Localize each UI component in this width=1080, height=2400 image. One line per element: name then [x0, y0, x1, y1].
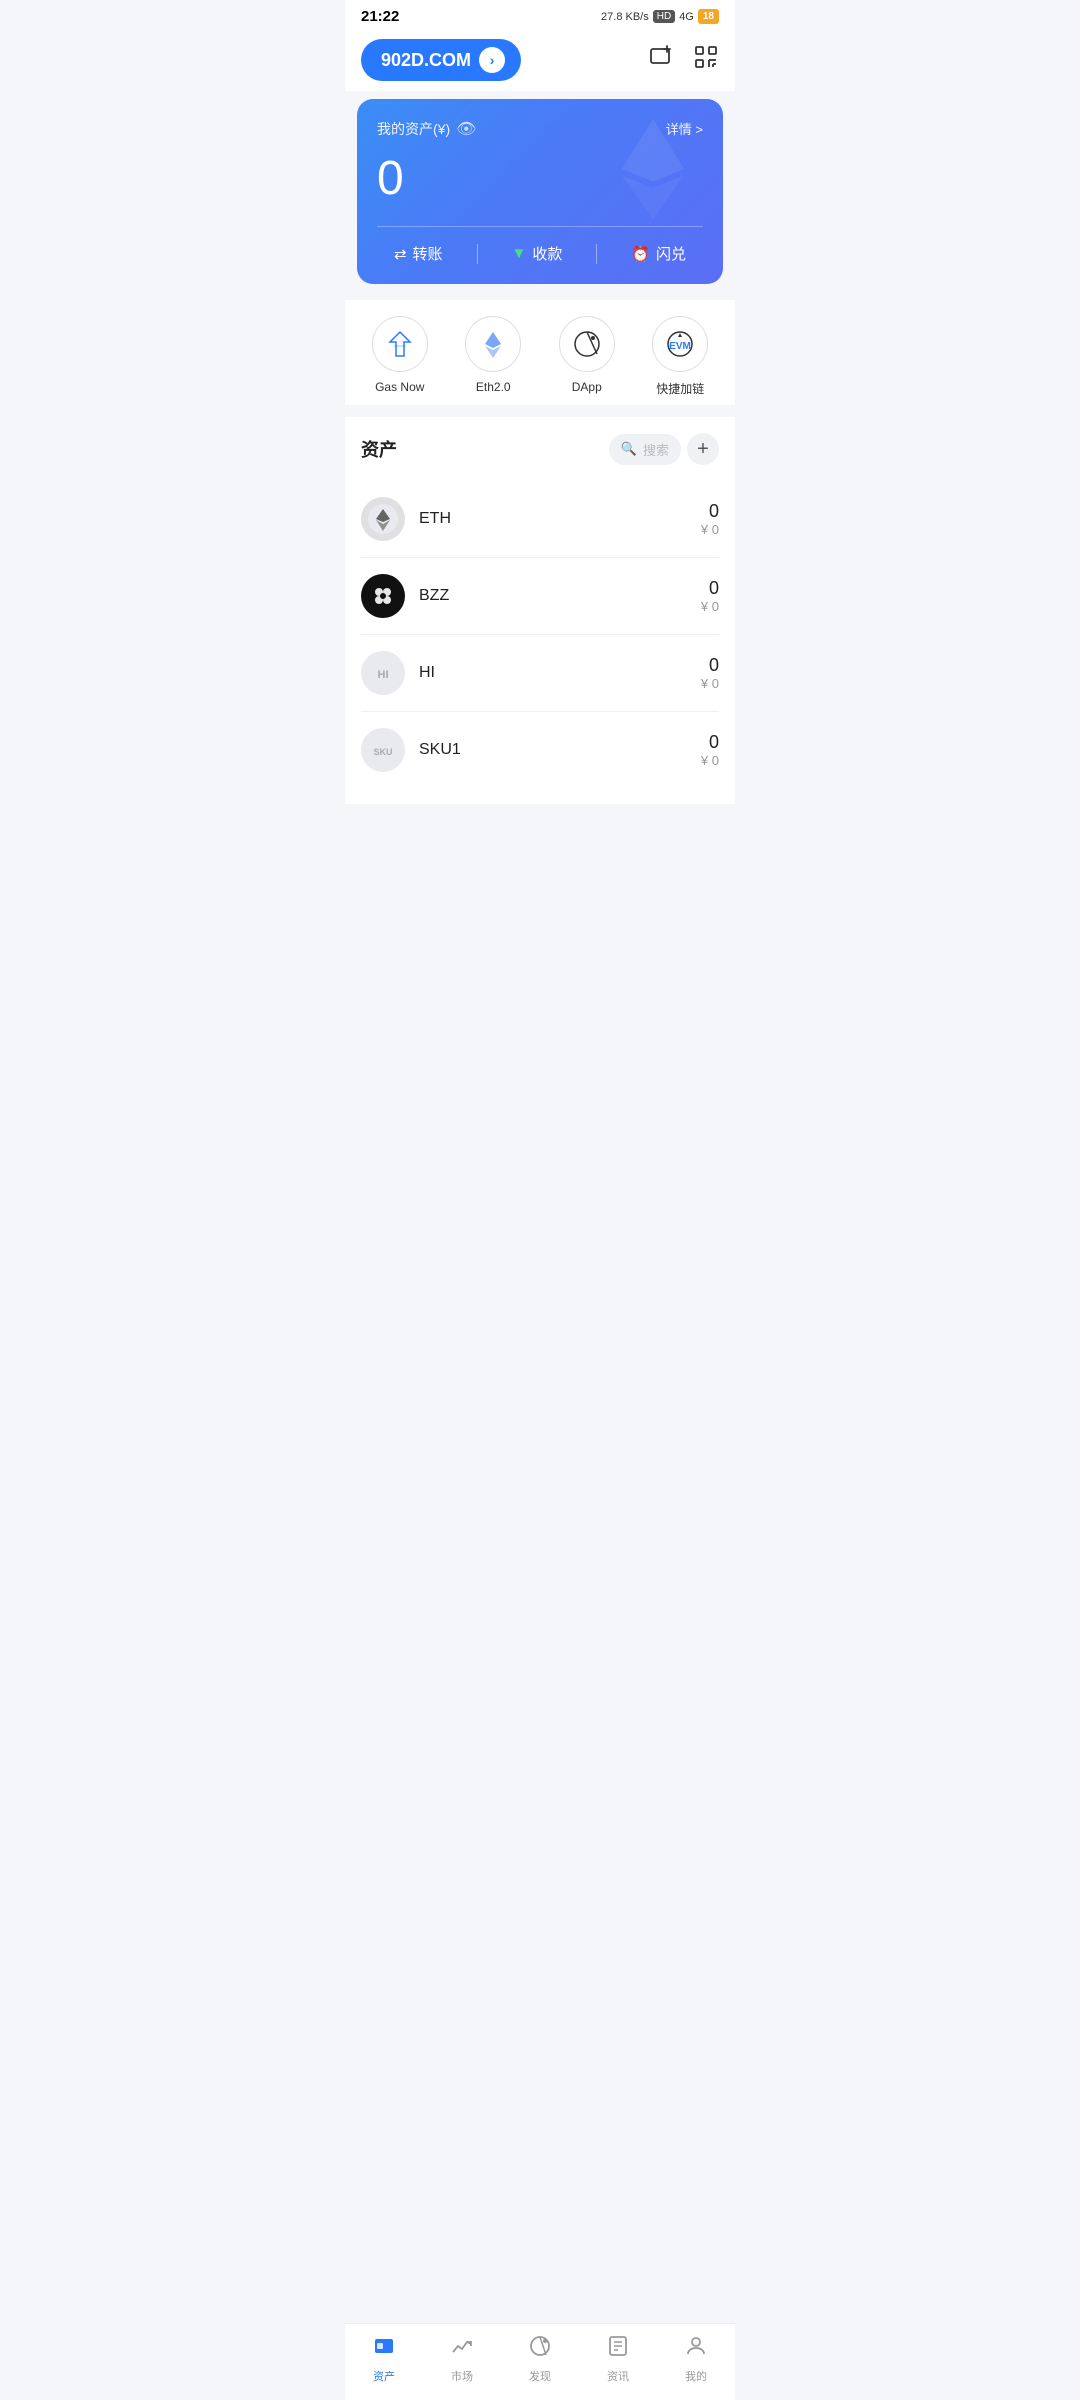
- hi-cny: ¥ 0: [701, 676, 719, 691]
- dapp-label: DApp: [572, 380, 602, 394]
- eth-coin-icon: [361, 497, 405, 541]
- quick-item-dapp[interactable]: DApp: [559, 316, 615, 397]
- detail-link[interactable]: 详情 >: [666, 119, 703, 138]
- table-row[interactable]: BZZ 0 ¥ 0: [361, 558, 719, 635]
- dapp-icon: [559, 316, 615, 372]
- asset-card: 我的资产(¥) 👁 详情 > 0 ⇄ 转账 ▼ 收款 ⏰ 闪兑: [357, 99, 723, 284]
- quick-item-eth2[interactable]: Eth2.0: [465, 316, 521, 397]
- divider-1: [477, 244, 478, 264]
- market-nav-icon: [450, 2334, 474, 2364]
- receive-icon: ▼: [511, 245, 526, 262]
- nav-item-assets[interactable]: 资产: [372, 2334, 396, 2384]
- logo-arrow: ›: [479, 47, 505, 73]
- bottom-nav: 资产 市场 发现: [345, 2323, 735, 2400]
- bzz-cny: ¥ 0: [701, 599, 719, 614]
- table-row[interactable]: SKU SKU1 0 ¥ 0: [361, 712, 719, 788]
- news-nav-label: 资讯: [607, 2368, 629, 2384]
- status-icons: 27.8 KB/s HD 4G 18: [601, 9, 719, 24]
- discover-nav-icon: [528, 2334, 552, 2364]
- signal-icon: 4G: [679, 11, 694, 23]
- search-icon: 🔍: [621, 441, 637, 457]
- discover-nav-label: 发现: [529, 2368, 551, 2384]
- eth-amount: 0: [701, 501, 719, 522]
- hi-coin-icon: HI: [361, 651, 405, 695]
- svg-text:HI: HI: [378, 669, 389, 681]
- logo-button[interactable]: 902D.COM ›: [361, 39, 521, 81]
- header-icons: [649, 44, 719, 77]
- battery-icon: 18: [698, 9, 719, 24]
- bzz-name: BZZ: [419, 587, 701, 605]
- asset-actions: ⇄ 转账 ▼ 收款 ⏰ 闪兑: [377, 226, 703, 264]
- svg-text:SKU: SKU: [373, 747, 392, 757]
- add-wallet-icon[interactable]: [649, 44, 675, 77]
- search-box: 🔍 搜索 +: [609, 433, 719, 465]
- search-placeholder: 搜索: [643, 440, 669, 459]
- add-asset-button[interactable]: +: [687, 433, 719, 465]
- receive-button[interactable]: ▼ 收款: [511, 243, 562, 264]
- flash-swap-icon: ⏰: [631, 245, 650, 263]
- nav-item-discover[interactable]: 发现: [528, 2334, 552, 2384]
- assets-nav-icon: [372, 2334, 396, 2364]
- assets-section: 资产 🔍 搜索 + ETH 0 ¥ 0: [345, 417, 735, 804]
- bzz-value: 0 ¥ 0: [701, 578, 719, 614]
- nav-item-news[interactable]: 资讯: [606, 2334, 630, 2384]
- eth2-label: Eth2.0: [476, 380, 511, 394]
- status-time: 21:22: [361, 8, 399, 25]
- sku1-coin-icon: SKU: [361, 728, 405, 772]
- asset-list: ETH 0 ¥ 0 BZZ 0 ¥ 0: [361, 481, 719, 788]
- flash-swap-button[interactable]: ⏰ 闪兑: [631, 243, 686, 264]
- eth-cny: ¥ 0: [701, 522, 719, 537]
- search-input-wrap[interactable]: 🔍 搜索: [609, 434, 681, 465]
- sku1-amount: 0: [701, 732, 719, 753]
- nav-item-market[interactable]: 市场: [450, 2334, 474, 2384]
- hi-value: 0 ¥ 0: [701, 655, 719, 691]
- sku1-cny: ¥ 0: [701, 753, 719, 768]
- assets-nav-label: 资产: [373, 2368, 395, 2384]
- quick-chain-icon: EVM: [652, 316, 708, 372]
- assets-header: 资产 🔍 搜索 +: [361, 433, 719, 465]
- divider-2: [596, 244, 597, 264]
- transfer-icon: ⇄: [394, 245, 407, 263]
- mine-nav-icon: [684, 2334, 708, 2364]
- eth-value: 0 ¥ 0: [701, 501, 719, 537]
- bzz-coin-icon: [361, 574, 405, 618]
- market-nav-label: 市场: [451, 2368, 473, 2384]
- quick-menu: Gas Now Eth2.0 DApp EVM: [345, 300, 735, 405]
- nav-item-mine[interactable]: 我的: [684, 2334, 708, 2384]
- svg-text:EVM: EVM: [669, 341, 691, 352]
- hi-amount: 0: [701, 655, 719, 676]
- news-nav-icon: [606, 2334, 630, 2364]
- quick-item-gas-now[interactable]: Gas Now: [372, 316, 428, 397]
- hd-badge: HD: [653, 10, 675, 23]
- header: 902D.COM ›: [345, 29, 735, 91]
- asset-label: 我的资产(¥) 👁: [377, 119, 476, 139]
- bzz-amount: 0: [701, 578, 719, 599]
- table-row[interactable]: HI HI 0 ¥ 0: [361, 635, 719, 712]
- eth2-icon: [465, 316, 521, 372]
- mine-nav-label: 我的: [685, 2368, 707, 2384]
- gas-now-label: Gas Now: [375, 380, 424, 394]
- quick-item-quick-chain[interactable]: EVM 快捷加链: [652, 316, 708, 397]
- sku1-value: 0 ¥ 0: [701, 732, 719, 768]
- quick-chain-label: 快捷加链: [656, 380, 704, 397]
- hi-name: HI: [419, 664, 701, 682]
- scan-icon[interactable]: [693, 44, 719, 77]
- table-row[interactable]: ETH 0 ¥ 0: [361, 481, 719, 558]
- status-bar: 21:22 27.8 KB/s HD 4G 18: [345, 0, 735, 29]
- assets-title: 资产: [361, 436, 397, 462]
- sku1-name: SKU1: [419, 741, 701, 759]
- gas-now-icon: [372, 316, 428, 372]
- logo-text: 902D.COM: [381, 50, 471, 71]
- speed-indicator: 27.8 KB/s: [601, 11, 649, 23]
- transfer-button[interactable]: ⇄ 转账: [394, 243, 443, 264]
- eye-icon[interactable]: 👁: [456, 119, 476, 139]
- eth-name: ETH: [419, 510, 701, 528]
